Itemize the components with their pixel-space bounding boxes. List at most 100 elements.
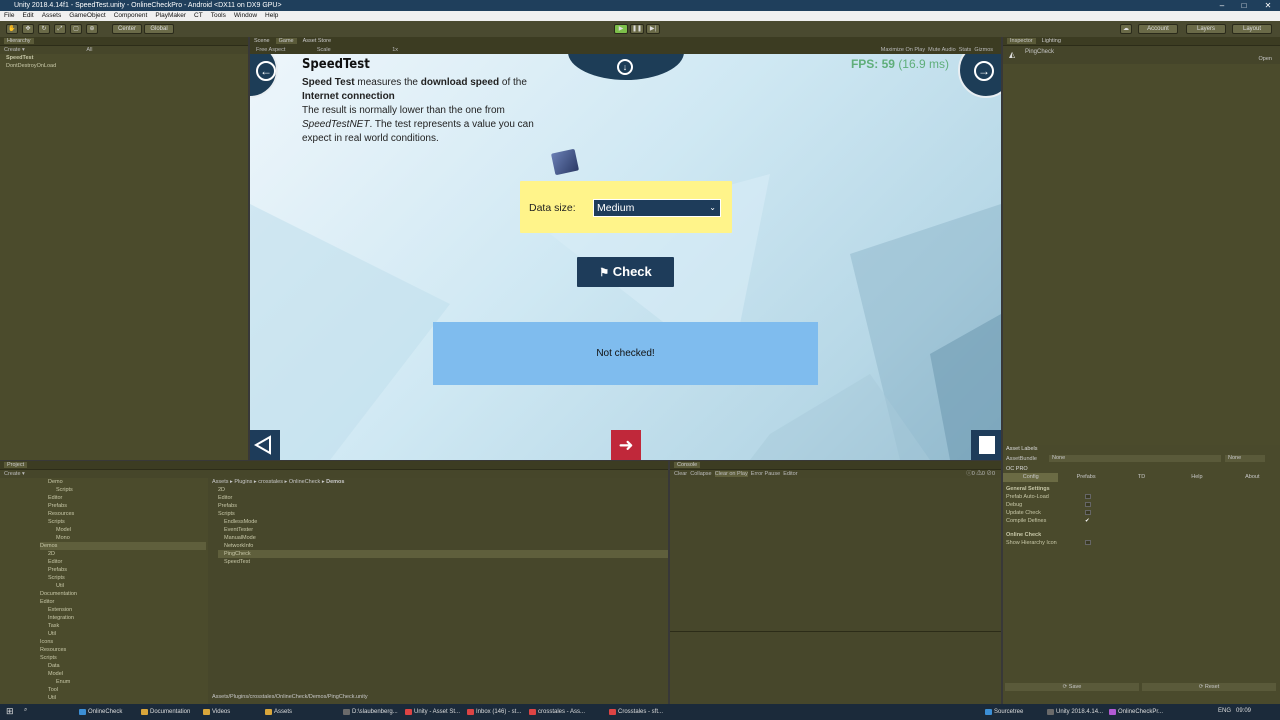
menu-ct[interactable]: CT xyxy=(190,11,207,21)
folder-item[interactable]: Model xyxy=(40,670,206,678)
folder-item[interactable]: Resources xyxy=(40,646,206,654)
tab-asset-store[interactable]: Asset Store xyxy=(303,38,331,44)
rect-tool-icon[interactable]: ▢ xyxy=(70,24,82,34)
folder-item[interactable]: Util xyxy=(40,582,206,590)
folder-item[interactable]: Demo xyxy=(40,478,206,486)
arrow-left-icon[interactable]: ← xyxy=(256,61,276,81)
taskbar-item[interactable]: Inbox (146) - st... xyxy=(466,706,521,718)
unity-logo-icon[interactable] xyxy=(250,430,280,460)
layers-dropdown[interactable]: Layers xyxy=(1186,24,1226,34)
folder-item[interactable]: Resources xyxy=(40,510,206,518)
tab-help[interactable]: Help xyxy=(1169,473,1224,482)
update-check-checkbox[interactable] xyxy=(1085,510,1091,515)
prefab-autoload-checkbox[interactable] xyxy=(1085,494,1091,499)
compile-defines-checkbox[interactable]: ✔ xyxy=(1085,517,1090,525)
taskbar-item[interactable]: Crosstales - sft... xyxy=(608,706,663,718)
folder-item[interactable]: Model xyxy=(40,526,206,534)
tab-prefabs[interactable]: Prefabs xyxy=(1058,473,1113,482)
folder-item[interactable]: 2D xyxy=(40,550,206,558)
console-clear-on-play-button[interactable]: Clear on Play xyxy=(714,471,748,477)
tab-lighting[interactable]: Lighting xyxy=(1042,38,1061,44)
menu-window[interactable]: Window xyxy=(230,11,261,21)
hierarchy-item-dontdestroy[interactable]: DontDestroyOnLoad xyxy=(6,62,248,70)
save-button[interactable]: ⟳ Save xyxy=(1005,683,1139,691)
transform-tool-icon[interactable]: ⊕ xyxy=(86,24,98,34)
menu-assets[interactable]: Assets xyxy=(38,11,66,21)
crosstales-logo-icon[interactable] xyxy=(971,430,1001,460)
tab-about[interactable]: About xyxy=(1225,473,1280,482)
asset-bundle-select[interactable]: None xyxy=(1049,455,1221,462)
taskbar-item[interactable]: OnlineCheck xyxy=(78,706,122,718)
pivot-global-button[interactable]: Global xyxy=(144,24,174,34)
folder-item[interactable]: Task xyxy=(40,622,206,630)
taskbar-item[interactable]: crosstales - Ass... xyxy=(528,706,585,718)
folder-item[interactable]: Scripts xyxy=(40,654,206,662)
folder-item[interactable]: Tool xyxy=(40,686,206,694)
folder-item[interactable]: Editor xyxy=(40,494,206,502)
folder-item[interactable]: Icons xyxy=(40,638,206,646)
console-editor-button[interactable]: Editor xyxy=(783,471,797,477)
clock[interactable]: 09:09 xyxy=(1236,708,1251,714)
tab-td[interactable]: TD xyxy=(1114,473,1169,482)
taskbar-item[interactable]: Videos xyxy=(202,706,230,718)
tab-project[interactable]: Project xyxy=(4,462,28,468)
breadcrumb-item[interactable]: Assets xyxy=(212,479,229,485)
maximize-on-play-toggle[interactable]: Maximize On Play xyxy=(881,47,925,53)
folder-item[interactable]: Scripts xyxy=(40,518,206,526)
menu-file[interactable]: File xyxy=(0,11,18,21)
close-icon[interactable]: ✕ xyxy=(1256,0,1280,11)
stats-toggle[interactable]: Stats xyxy=(959,47,972,53)
menu-edit[interactable]: Edit xyxy=(18,11,37,21)
menu-gameobject[interactable]: GameObject xyxy=(65,11,110,21)
move-tool-icon[interactable]: ✥ xyxy=(22,24,34,34)
folder-item[interactable]: Extension xyxy=(40,606,206,614)
folder-item[interactable]: Scripts xyxy=(40,486,206,494)
taskbar-item[interactable]: Sourcetree xyxy=(984,706,1023,718)
menu-component[interactable]: Component xyxy=(110,11,152,21)
file-item[interactable]: ManualMode xyxy=(218,534,668,542)
hierarchy-item-speedtest[interactable]: SpeedTest xyxy=(6,54,248,62)
pivot-center-button[interactable]: Center xyxy=(112,24,142,34)
pause-icon[interactable]: ❚❚ xyxy=(630,24,644,34)
taskbar-item[interactable]: Documentation xyxy=(140,706,190,718)
menu-help[interactable]: Help xyxy=(261,11,282,21)
folder-item[interactable]: Integration xyxy=(40,614,206,622)
account-dropdown[interactable]: Account xyxy=(1138,24,1178,34)
folder-item[interactable]: Mono xyxy=(40,534,206,542)
gizmos-toggle[interactable]: Gizmos xyxy=(974,47,993,53)
folder-item[interactable]: Util xyxy=(40,694,206,702)
file-item[interactable]: 2D xyxy=(218,486,668,494)
taskbar-item[interactable]: OnlineCheckPr... xyxy=(1108,706,1163,718)
folder-item[interactable]: Scripts xyxy=(40,574,206,582)
tab-config[interactable]: Config xyxy=(1003,473,1059,482)
collab-icon[interactable]: ☁ xyxy=(1120,24,1132,34)
rotate-tool-icon[interactable]: ↻ xyxy=(38,24,50,34)
asset-variant-select[interactable]: None xyxy=(1225,455,1265,462)
file-item[interactable]: Prefabs xyxy=(218,502,668,510)
hand-tool-icon[interactable]: ✋ xyxy=(6,24,18,34)
windows-start-icon[interactable]: ⊞ xyxy=(6,706,14,717)
minimize-icon[interactable]: – xyxy=(1210,0,1234,11)
scale-value[interactable]: 1x xyxy=(392,47,398,53)
folder-item[interactable]: Documentation xyxy=(40,590,206,598)
project-create-button[interactable]: Create xyxy=(4,471,21,477)
console-error-pause-button[interactable]: Error Pause xyxy=(751,471,780,477)
tab-scene[interactable]: Scene xyxy=(254,38,270,44)
hierarchy-tab[interactable]: Hierarchy xyxy=(0,37,248,46)
exit-icon[interactable]: ➜ xyxy=(611,430,641,460)
taskbar-item[interactable]: Unity 2018.4.14... xyxy=(1046,706,1103,718)
taskbar-item[interactable]: Unity - Asset St... xyxy=(404,706,460,718)
tab-inspector[interactable]: Inspector xyxy=(1007,38,1036,44)
taskbar-item[interactable]: Assets xyxy=(264,706,292,718)
maximize-icon[interactable]: □ xyxy=(1232,0,1256,11)
play-icon[interactable]: ▶ xyxy=(614,24,628,34)
tab-console[interactable]: Console xyxy=(674,462,701,468)
aspect-dropdown[interactable]: Free Aspect xyxy=(256,47,285,53)
hierarchy-create-button[interactable]: Create xyxy=(4,47,21,53)
reset-button[interactable]: ⟳ Reset xyxy=(1142,683,1276,691)
file-item[interactable]: SpeedTest xyxy=(218,558,668,566)
data-size-select[interactable]: Medium ⌄ xyxy=(593,199,721,217)
file-item-selected[interactable]: PingCheck xyxy=(218,550,668,558)
console-divider[interactable] xyxy=(670,631,1001,632)
folder-item[interactable]: Enum xyxy=(40,678,206,686)
